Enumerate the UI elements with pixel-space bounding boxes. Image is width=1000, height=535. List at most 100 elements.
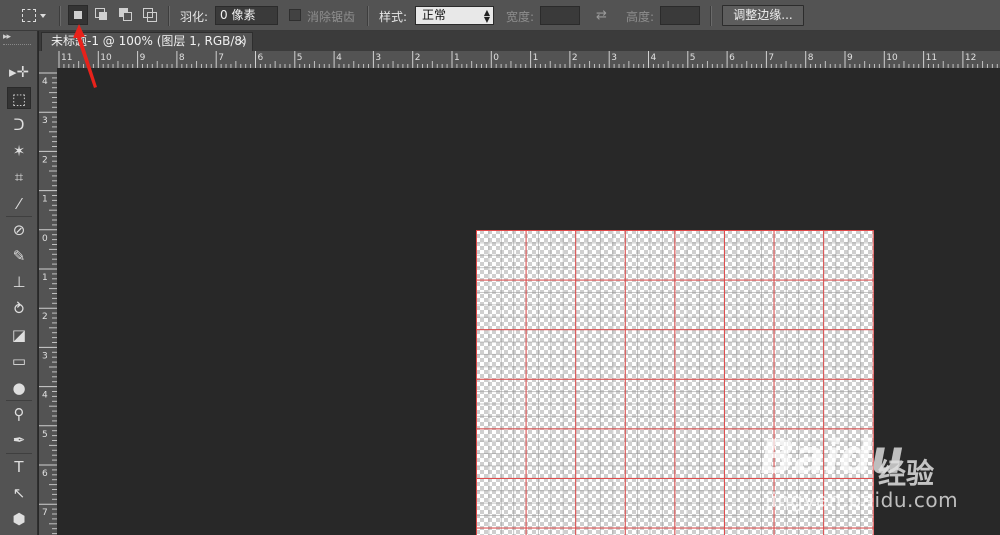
type-tool[interactable]: T (7, 456, 31, 478)
ruler-label: 6 (729, 53, 735, 63)
options-bar: 羽化: 0 像素 消除锯齿 样式: 正常 ▲ ▼ 宽度: ⇄ 高度: 调整边缘..… (0, 0, 1000, 31)
spot-healing-brush-icon: ⊘ (12, 220, 26, 239)
tool-preset-picker[interactable] (18, 6, 48, 26)
blur-tool[interactable]: ● (7, 377, 31, 399)
toolbar-divider (6, 452, 32, 454)
ruler-label: 1 (42, 195, 48, 205)
vertical-ruler[interactable]: 4 3 2 1 0 1 2 3 4 5 6 7 (39, 68, 57, 535)
ruler-label: 3 (42, 351, 48, 361)
rectangular-marquee-tool[interactable]: ⬚ (7, 87, 31, 110)
crop-icon: ⌗ (14, 168, 24, 187)
divider (59, 6, 61, 26)
ruler-label: 9 (140, 53, 146, 63)
width-label: 宽度: (506, 10, 535, 24)
divider (367, 6, 369, 26)
history-brush-tool[interactable]: ⥁ (7, 298, 31, 320)
height-label: 高度: (626, 10, 655, 24)
blur-icon: ● (12, 378, 26, 397)
crop-tool[interactable]: ⌗ (7, 166, 31, 188)
clone-stamp-tool[interactable]: ⊥ (7, 271, 31, 293)
watermark-cn: 经验 (878, 457, 935, 490)
ruler-label: 0 (493, 53, 499, 63)
dodge-icon: ⚲ (13, 404, 25, 423)
path-selection-tool[interactable]: ↖ (7, 482, 31, 504)
new-selection-icon (74, 11, 82, 19)
panel-grip[interactable] (3, 44, 31, 48)
document-tabs-bar: 未标题-1 @ 100% (图层 1, RGB/8) × (39, 31, 1000, 51)
horizontal-ruler-ticks: 1110987654321012345678910111213 (58, 51, 998, 68)
style-select[interactable]: 正常 ▲ ▼ (415, 6, 494, 25)
brush-tool[interactable]: ✎ (7, 245, 31, 267)
magic-wand-icon: ✶ (12, 141, 26, 160)
ruler-label: 0 (42, 234, 48, 244)
history-brush-icon: ⥁ (13, 299, 25, 318)
refine-edge-button[interactable]: 调整边缘... (722, 5, 804, 26)
ruler-label: 7 (218, 53, 224, 63)
feather-label: 羽化: (180, 10, 209, 24)
feather-input[interactable]: 0 像素 (215, 6, 278, 25)
lasso-icon: ᑐ (13, 115, 25, 134)
pen-tool[interactable]: ✒ (7, 429, 31, 451)
ruler-label: 7 (768, 53, 774, 63)
ruler-label: 4 (651, 53, 657, 63)
move-tool[interactable]: ▸✛ (7, 61, 31, 83)
rectangular-marquee-icon: ⬚ (11, 90, 27, 109)
magic-wand-tool[interactable]: ✶ (7, 140, 31, 162)
divider (710, 6, 712, 26)
horizontal-ruler[interactable]: 1110987654321012345678910111213 (57, 51, 1000, 68)
ruler-label: 1 (533, 53, 539, 63)
subtract-from-selection-button[interactable] (116, 5, 136, 25)
pen-icon: ✒ (12, 431, 26, 450)
ruler-label: 5 (690, 53, 696, 63)
chevron-down-icon (40, 14, 46, 18)
move-icon: ▸✛ (8, 63, 30, 81)
dodge-tool[interactable]: ⚲ (7, 403, 31, 425)
watermark-url: jingyan.baidu.com (765, 488, 959, 512)
path-selection-icon: ↖ (12, 483, 26, 502)
ruler-label: 2 (42, 312, 48, 322)
lasso-tool[interactable]: ᑐ (7, 114, 31, 136)
ruler-label: 4 (42, 391, 48, 401)
updown-arrows-icon: ▲ ▼ (483, 8, 490, 24)
ruler-label: 10 (886, 53, 898, 63)
ruler-label: 3 (611, 53, 617, 63)
baidu-jingyan-watermark: Baidu 经验 jingyan.baidu.com (760, 430, 990, 525)
annotation-arrow (73, 24, 97, 88)
ruler-label: 6 (258, 53, 264, 63)
ruler-label: 12 (965, 53, 976, 63)
collapse-panel-icon[interactable]: ▸▸ (3, 32, 11, 42)
ruler-label: 1 (454, 53, 460, 63)
shape-tool[interactable]: ⬢ (7, 508, 31, 530)
type-icon: T (14, 457, 24, 476)
eyedropper-tool[interactable]: ⁄ (7, 193, 31, 215)
ruler-label: 2 (572, 53, 578, 63)
ruler-label: 1 (42, 273, 48, 283)
ruler-label: 8 (808, 53, 814, 63)
height-input[interactable] (660, 6, 700, 25)
toolbar-divider (6, 215, 32, 217)
close-icon[interactable]: × (237, 33, 246, 50)
tools-panel: ▸▸ ▸✛ ⬚ ᑐ ✶ ⌗ ⁄ ⊘ ✎ ⊥ ⥁ ◪ ▭ ● ⚲ ✒ T ↖ ⬢ (0, 31, 38, 535)
ruler-label: 6 (42, 469, 48, 479)
spot-healing-brush-tool[interactable]: ⊘ (7, 219, 31, 241)
ruler-label: 11 (926, 53, 937, 63)
brush-icon: ✎ (12, 247, 26, 266)
ruler-label: 9 (847, 53, 853, 63)
gradient-tool[interactable]: ▭ (7, 350, 31, 372)
width-input[interactable] (540, 6, 580, 25)
vertical-ruler-ticks: 4 3 2 1 0 1 2 3 4 5 6 7 (39, 72, 57, 535)
gradient-icon: ▭ (11, 352, 27, 371)
swap-arrows-icon[interactable]: ⇄ (596, 8, 607, 23)
shape-icon: ⬢ (12, 510, 26, 529)
marquee-icon (22, 9, 36, 22)
ruler-label: 7 (42, 508, 48, 518)
intersect-selection-button[interactable] (140, 5, 160, 25)
antialias-checkbox[interactable] (289, 9, 301, 21)
eraser-tool[interactable]: ◪ (7, 324, 31, 346)
style-select-value: 正常 (422, 8, 447, 22)
ruler-label: 4 (42, 77, 48, 87)
ruler-origin[interactable] (39, 51, 57, 68)
toolbar-divider (6, 399, 32, 401)
ruler-label: 4 (336, 53, 342, 63)
ruler-label: 2 (415, 53, 421, 63)
